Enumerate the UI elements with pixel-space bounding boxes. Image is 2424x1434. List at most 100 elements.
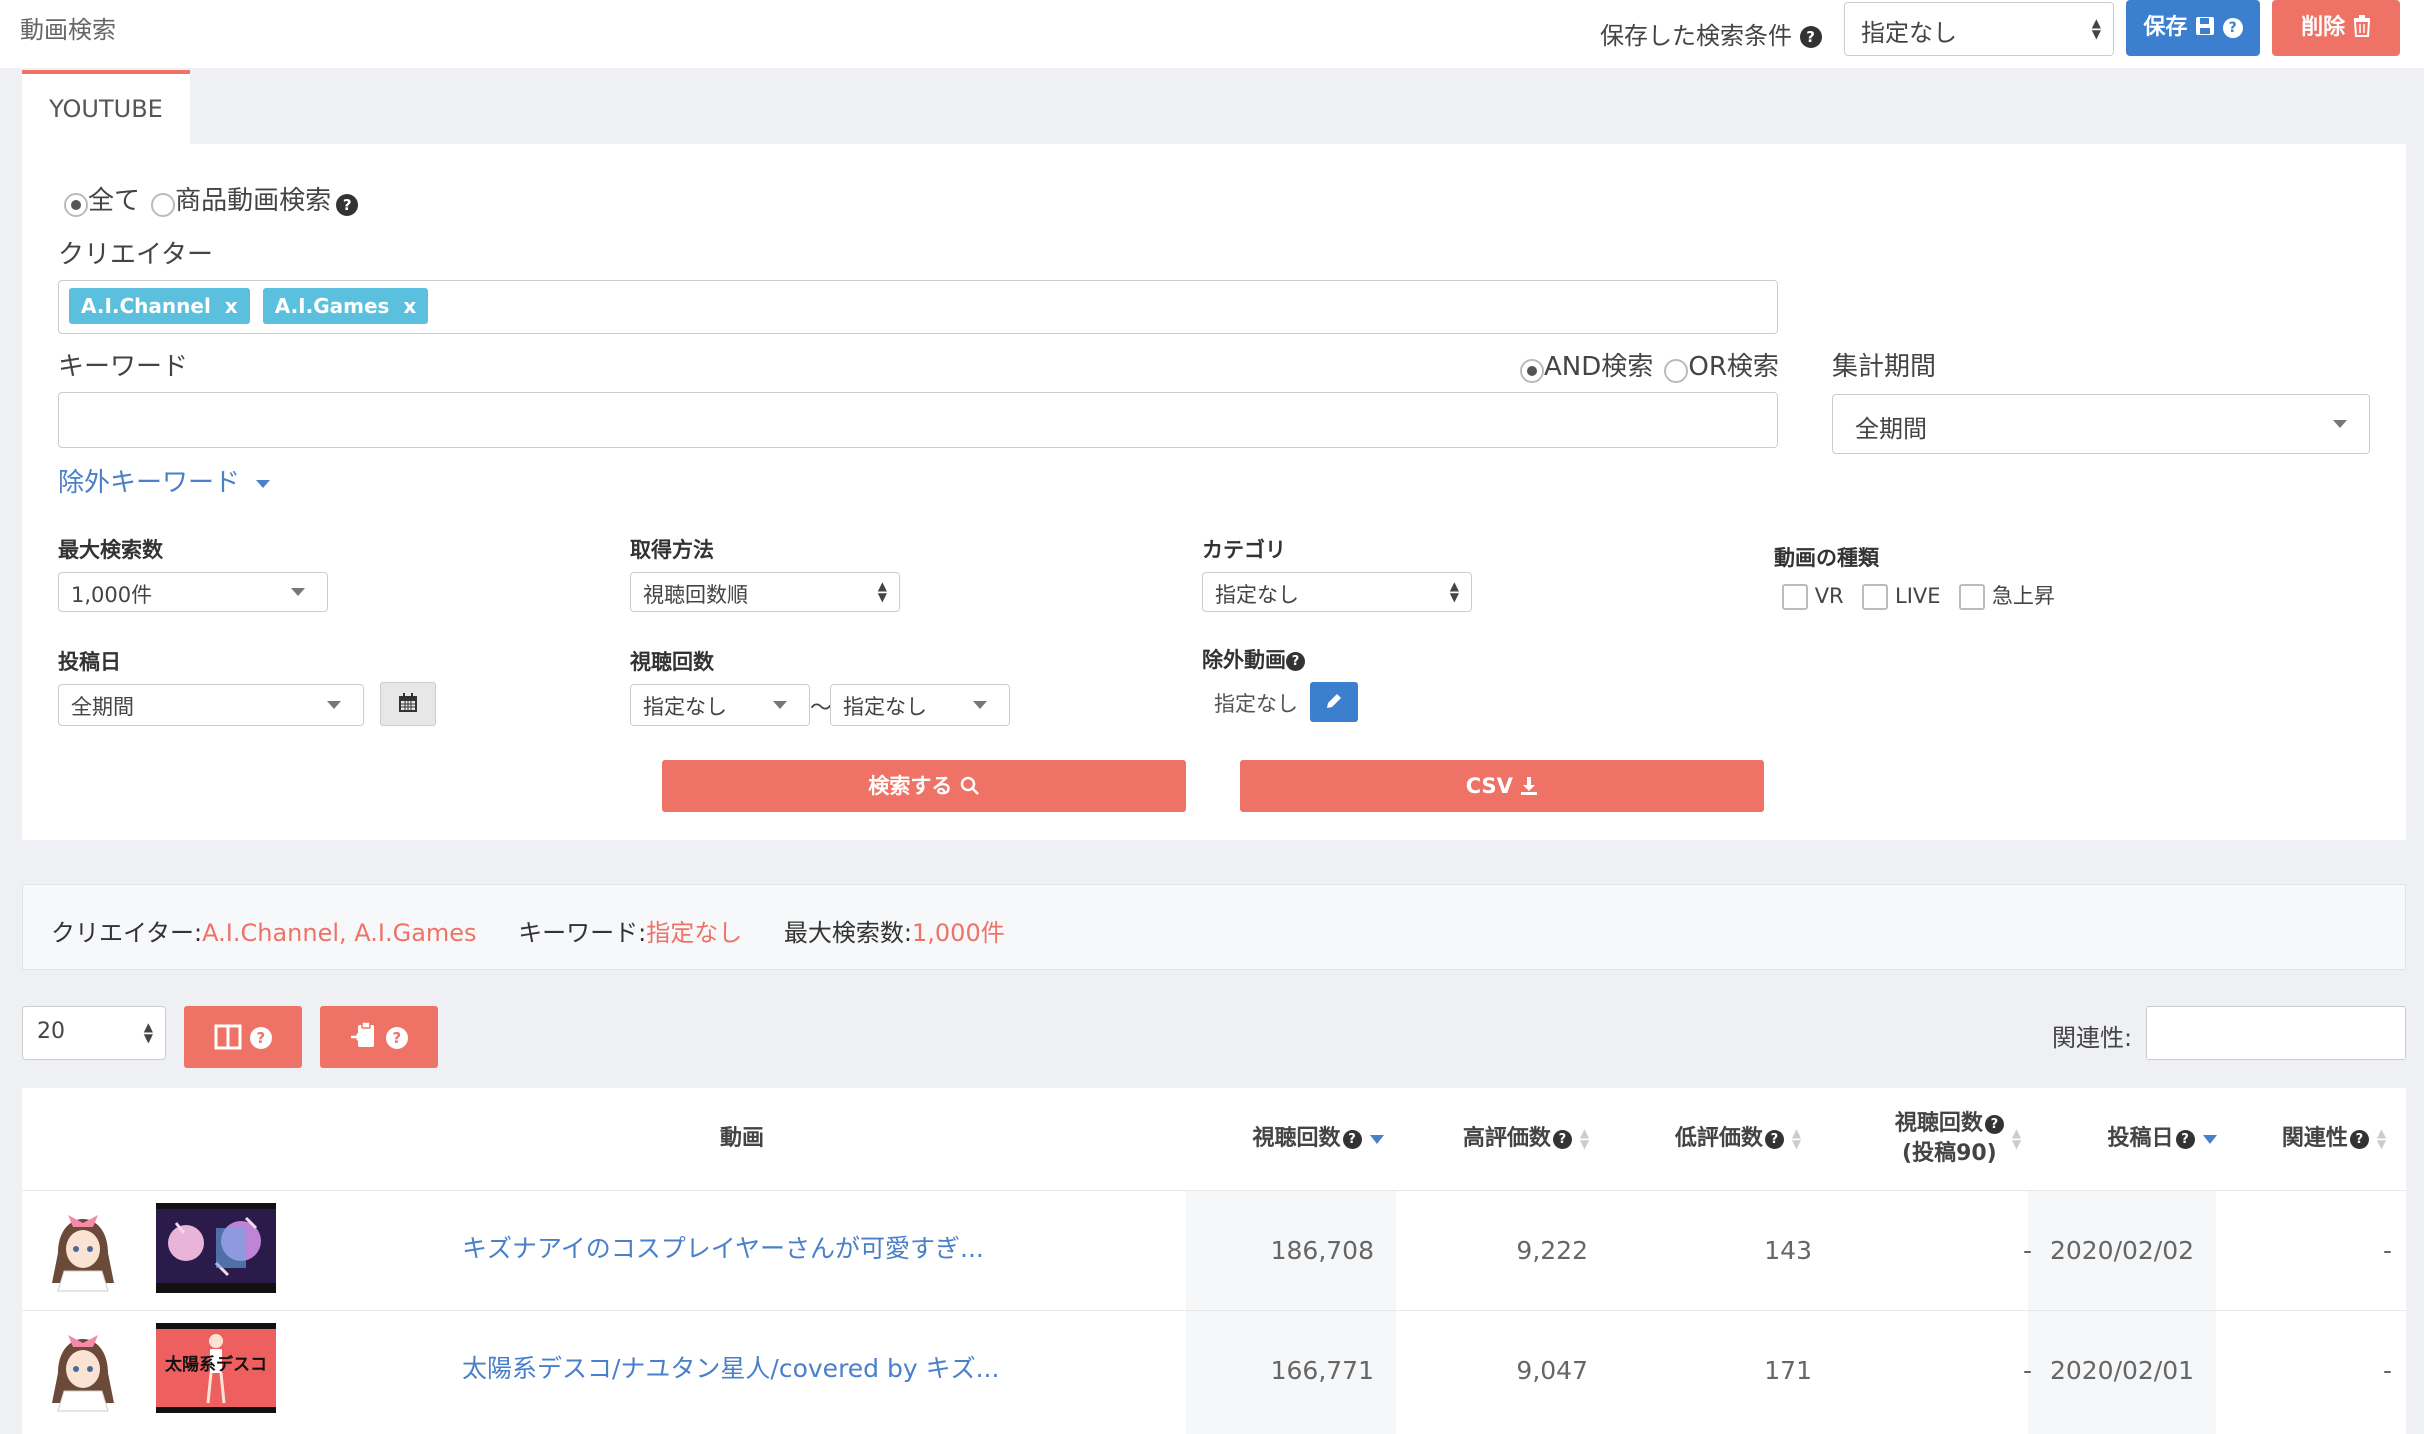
col-header-dislikes-label: 低評価数 xyxy=(1674,1126,1763,1151)
checkbox-vr[interactable] xyxy=(1782,584,1808,610)
search-summary: クリエイター:A.I.Channel, A.I.Games キーワード:指定なし… xyxy=(22,884,2406,970)
col-header-posted[interactable]: 投稿日? xyxy=(2082,1088,2242,1190)
help-icon[interactable]: ? xyxy=(1286,651,1305,671)
col-header-views90-label: 視聴回数? (投稿90) xyxy=(1895,1109,2004,1169)
radio-product[interactable] xyxy=(151,192,176,217)
radio-and[interactable] xyxy=(1520,358,1544,383)
creator-tag-label: A.I.Games xyxy=(274,294,390,318)
clipboard-button[interactable]: ? xyxy=(320,1006,438,1068)
search-mode: 全て 商品動画検索 ? xyxy=(64,180,359,217)
csv-button[interactable]: CSV xyxy=(1240,760,1764,812)
help-icon[interactable]: ? xyxy=(1552,1129,1572,1149)
video-type-options: VR LIVE 急上昇 xyxy=(1782,580,2055,610)
help-icon[interactable]: ? xyxy=(1799,26,1822,48)
relevance-filter-input[interactable] xyxy=(2146,1006,2406,1060)
posted-value: 全期間 xyxy=(71,695,134,719)
exclude-keyword-label: 除外キーワード xyxy=(58,468,241,498)
edit-exclude-button[interactable] xyxy=(1310,682,1358,722)
period-select[interactable]: 全期間 xyxy=(1832,394,2370,454)
creator-tag: A.I.Games x xyxy=(262,288,429,324)
table-row: キズナアイのコスプレイヤーさんが可愛すぎ... 186,708 9,222 14… xyxy=(22,1190,2406,1310)
max-results-select[interactable]: 1,000件 xyxy=(58,572,328,612)
help-icon[interactable]: ? xyxy=(385,1027,408,1049)
select-arrows-icon: ▲ ▼ xyxy=(2091,16,2101,41)
col-header-views90[interactable]: 視聴回数? (投稿90) ▲ ▼ xyxy=(1858,1088,2058,1190)
summary-creator: クリエイター:A.I.Channel, A.I.Games xyxy=(51,913,477,948)
caret-down-icon xyxy=(256,479,271,488)
col-header-likes[interactable]: 高評価数? ▲ ▼ xyxy=(1426,1088,1626,1190)
checkbox-live[interactable] xyxy=(1862,584,1889,610)
video-title-link[interactable]: キズナアイのコスプレイヤーさんが可愛すぎ... xyxy=(462,1191,984,1307)
per-page-value: 20 xyxy=(37,1019,65,1044)
col-header-dislikes[interactable]: 低評価数? ▲ ▼ xyxy=(1638,1088,1838,1190)
max-results-label: 最大検索数 xyxy=(58,538,163,562)
col-header-views[interactable]: 視聴回数? xyxy=(1218,1088,1418,1190)
cell-relevance: - xyxy=(2382,1356,2392,1385)
col-header-relevance[interactable]: 関連性? ▲ ▼ xyxy=(2262,1088,2406,1190)
calendar-button[interactable] xyxy=(380,682,436,726)
download-icon xyxy=(1521,777,1538,795)
views-min-select[interactable]: 指定なし xyxy=(630,684,810,726)
method-select[interactable]: 視聴回数順 ▲ ▼ xyxy=(630,572,900,612)
cell-dislikes: 171 xyxy=(1764,1356,1812,1385)
delete-button[interactable]: 削除 xyxy=(2272,0,2400,56)
views-max-select[interactable]: 指定なし xyxy=(830,684,1010,726)
help-icon[interactable]: ? xyxy=(336,193,359,216)
summary-keyword-key: キーワード: xyxy=(518,919,647,947)
help-icon[interactable]: ? xyxy=(2349,1129,2369,1149)
tab-youtube[interactable]: YOUTUBE xyxy=(22,70,190,146)
cell-relevance: - xyxy=(2382,1236,2392,1265)
help-icon[interactable]: ? xyxy=(1764,1129,1784,1149)
views-min-value: 指定なし xyxy=(643,695,727,719)
tag-remove-icon[interactable]: x xyxy=(403,294,416,318)
select-arrows-icon: ▲ ▼ xyxy=(143,1020,153,1045)
video-thumbnail[interactable]: 太陽系デスコ xyxy=(156,1323,276,1413)
select-arrows-icon: ▲ ▼ xyxy=(877,579,887,604)
cell-views90: - xyxy=(2022,1356,2032,1385)
checkbox-rising[interactable] xyxy=(1959,584,1986,610)
checkbox-live-label: LIVE xyxy=(1895,584,1941,608)
cell-likes: 9,047 xyxy=(1516,1356,1588,1385)
col-header-posted-label: 投稿日 xyxy=(2107,1126,2174,1151)
help-icon[interactable]: ? xyxy=(2175,1129,2195,1149)
col-header-relevance-label: 関連性 xyxy=(2281,1126,2348,1151)
period-label: 集計期間 xyxy=(1832,352,1937,382)
channel-avatar[interactable] xyxy=(40,1323,126,1413)
chevron-down-icon xyxy=(2333,420,2347,428)
exclude-keyword-toggle[interactable]: 除外キーワード xyxy=(58,462,271,499)
creator-field[interactable]: A.I.Channel x A.I.Games x xyxy=(58,280,1778,334)
search-button[interactable]: 検索する xyxy=(662,760,1186,812)
delete-button-label: 削除 xyxy=(2301,15,2346,40)
exclude-videos-label: 除外動画? xyxy=(1202,644,1305,674)
sort-icon: ▲ ▼ xyxy=(2376,1126,2387,1151)
columns-button[interactable]: ? xyxy=(184,1006,302,1068)
saved-conditions-select[interactable]: 指定なし ▲ ▼ xyxy=(1844,2,2114,56)
posted-select[interactable]: 全期間 xyxy=(58,684,364,726)
save-button[interactable]: 保存 ? xyxy=(2126,0,2260,56)
radio-or[interactable] xyxy=(1664,358,1689,383)
help-icon[interactable]: ? xyxy=(2222,18,2243,38)
summary-creator-key: クリエイター: xyxy=(51,919,203,947)
posted-label: 投稿日 xyxy=(58,650,121,674)
pencil-icon xyxy=(1327,694,1341,708)
video-thumbnail[interactable] xyxy=(156,1203,276,1293)
cell-likes: 9,222 xyxy=(1516,1236,1588,1265)
creator-tag: A.I.Channel x xyxy=(69,288,250,324)
col-header-likes-label: 高評価数 xyxy=(1462,1126,1551,1151)
help-icon[interactable]: ? xyxy=(249,1027,272,1049)
radio-all[interactable] xyxy=(64,192,88,217)
per-page-select[interactable]: 20 ▲ ▼ xyxy=(22,1006,166,1060)
saved-conditions-text: 保存した検索条件 xyxy=(1600,22,1792,50)
keyword-input[interactable] xyxy=(58,392,1778,448)
channel-avatar[interactable] xyxy=(40,1203,126,1293)
help-icon[interactable]: ? xyxy=(1984,1114,2004,1134)
keyword-logic: AND検索 OR検索 xyxy=(1520,346,1779,383)
calendar-icon xyxy=(399,693,417,712)
cell-views: 186,708 xyxy=(1270,1236,1374,1265)
category-select[interactable]: 指定なし ▲ ▼ xyxy=(1202,572,1472,612)
video-title-link[interactable]: 太陽系デスコ/ナユタン星人/covered by キズ... xyxy=(462,1311,999,1427)
clipboard-icon xyxy=(351,1021,375,1047)
creator-tag-label: A.I.Channel xyxy=(81,294,211,318)
help-icon[interactable]: ? xyxy=(1342,1129,1362,1149)
tag-remove-icon[interactable]: x xyxy=(225,294,238,318)
